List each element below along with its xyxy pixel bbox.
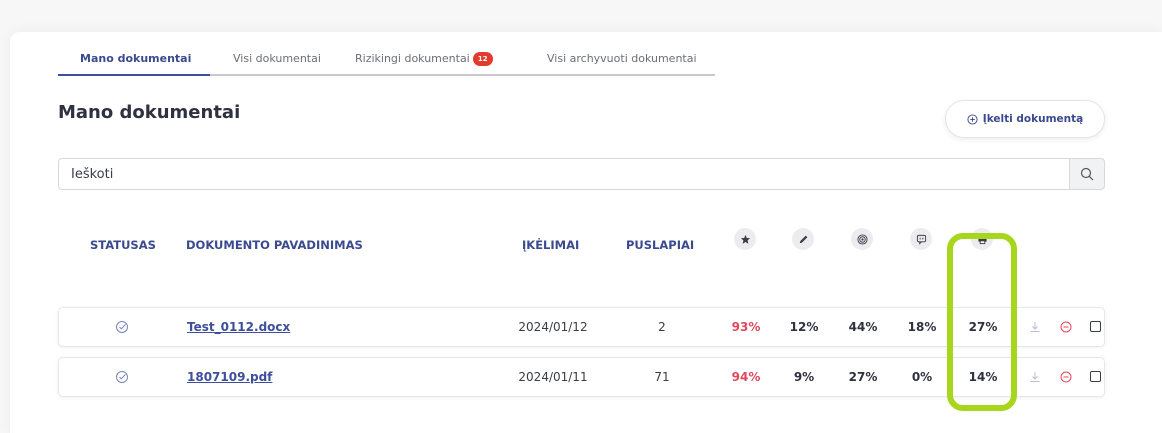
upload-document-button[interactable]: Įkelti dokumentą (945, 100, 1105, 138)
row-select-checkbox[interactable] (1090, 371, 1101, 382)
check-circle-icon (116, 321, 128, 333)
comment-icon[interactable] (910, 228, 932, 250)
plus-circle-icon (967, 113, 978, 125)
metric-target-value: 44% (848, 320, 878, 334)
row-select-checkbox[interactable] (1090, 321, 1101, 332)
risky-count-badge: 12 (472, 52, 493, 66)
metric-pen-value: 9% (793, 370, 815, 384)
page-count: 71 (654, 370, 670, 384)
printer-column-highlight (947, 233, 1017, 411)
metric-pen-value: 12% (789, 320, 819, 334)
download-icon[interactable] (1028, 370, 1042, 384)
search-input[interactable] (58, 158, 1069, 190)
tab-my-documents[interactable]: Mano dokumentai (80, 52, 191, 74)
column-header-uploads[interactable]: ĮKĖLIMAI (522, 238, 579, 252)
star-icon[interactable] (734, 228, 756, 250)
remove-icon[interactable] (1059, 370, 1073, 384)
upload-date: 2024/01/12 (518, 320, 588, 334)
column-header-status[interactable]: STATUSAS (90, 238, 156, 252)
search-bar (58, 158, 1105, 190)
metric-comment-value: 0% (911, 370, 933, 384)
column-header-name[interactable]: DOKUMENTO PAVADINIMAS (186, 238, 363, 252)
metric-star-value: 94% (731, 370, 761, 384)
search-button[interactable] (1069, 158, 1105, 190)
active-tab-indicator (58, 74, 210, 76)
page-title: Mano dokumentai (58, 102, 241, 123)
tab-archived-documents[interactable]: Visi archyvuoti dokumentai (547, 52, 697, 74)
upload-document-label: Įkelti dokumentą (982, 113, 1084, 125)
document-name-link[interactable]: 1807109.pdf (187, 370, 272, 384)
document-name-link[interactable]: Test_0112.docx (187, 320, 290, 334)
metric-star-value: 93% (731, 320, 761, 334)
search-icon (1080, 167, 1094, 181)
remove-icon[interactable] (1059, 320, 1073, 334)
tab-risky-documents[interactable]: Rizikingi dokumentai 12 (355, 52, 493, 74)
target-icon[interactable] (851, 228, 873, 250)
tab-bar: Mano dokumentai Visi dokumentai Riziking… (58, 52, 715, 76)
download-icon[interactable] (1028, 320, 1042, 334)
tab-all-documents[interactable]: Visi dokumentai (233, 52, 321, 74)
upload-date: 2024/01/11 (518, 370, 588, 384)
check-circle-icon (116, 371, 128, 383)
column-header-pages[interactable]: PUSLAPIAI (626, 238, 694, 252)
pen-icon[interactable] (792, 228, 814, 250)
page-count: 2 (658, 320, 666, 334)
metric-target-value: 27% (848, 370, 878, 384)
metric-comment-value: 18% (907, 320, 937, 334)
